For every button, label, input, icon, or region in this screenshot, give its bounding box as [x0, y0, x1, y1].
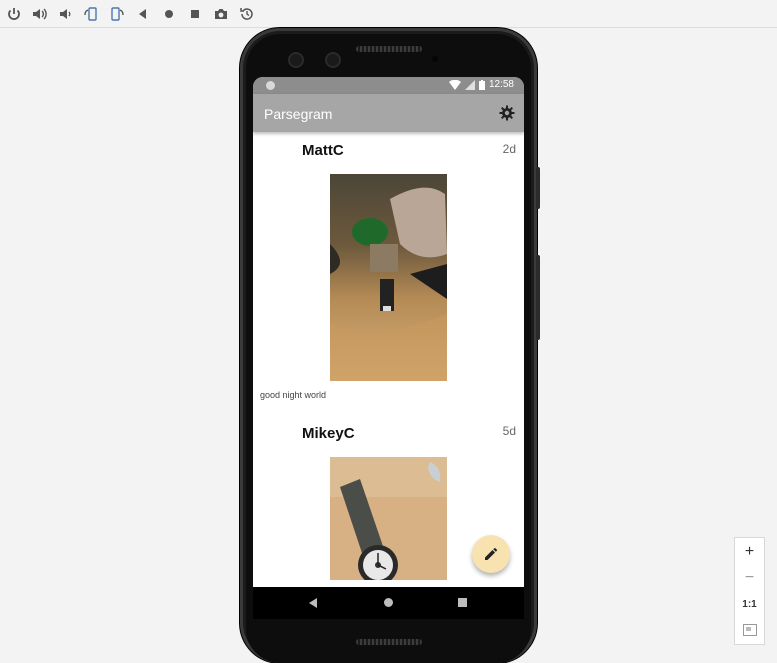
fit-screen-icon — [742, 624, 757, 636]
overview-icon[interactable] — [185, 4, 205, 24]
top-speaker — [356, 46, 422, 52]
post-image[interactable] — [330, 457, 447, 580]
battery-icon — [478, 79, 485, 90]
signal-icon — [464, 79, 475, 90]
volume-up-icon[interactable] — [29, 4, 49, 24]
post-username[interactable]: MikeyC — [302, 425, 355, 442]
zoom-actual-size-button[interactable]: 1:1 — [735, 591, 764, 617]
notification-icon — [266, 81, 275, 90]
post-time: 2d — [502, 142, 516, 156]
zoom-fit-button[interactable] — [735, 617, 764, 643]
app-title: Parsegram — [264, 106, 333, 122]
proximity-sensor — [432, 56, 438, 62]
edit-pencil-icon — [485, 547, 498, 560]
post-image[interactable] — [330, 174, 447, 381]
front-sensor — [325, 52, 341, 68]
post-caption: good night world — [260, 390, 327, 400]
nav-recents-icon[interactable] — [458, 598, 467, 607]
snapshot-icon[interactable] — [237, 4, 257, 24]
side-volume-button[interactable] — [536, 255, 540, 340]
nav-home-icon[interactable] — [384, 598, 393, 607]
app-bar: Parsegram — [253, 94, 524, 132]
power-icon[interactable] — [4, 4, 24, 24]
emulator-toolbar — [0, 0, 777, 28]
post-item[interactable]: MattC 2d good night world — [253, 132, 524, 407]
device-screen: 12:58 Parsegram MattC 2d good night worl… — [253, 77, 524, 619]
zoom-in-button[interactable]: + — [735, 539, 764, 565]
bottom-speaker — [356, 639, 422, 645]
zoom-out-button[interactable]: − — [735, 565, 764, 591]
settings-gear-icon[interactable] — [499, 105, 515, 121]
post-username[interactable]: MattC — [302, 142, 344, 159]
rotate-right-icon[interactable] — [107, 4, 127, 24]
rotate-left-icon[interactable] — [81, 4, 101, 24]
nav-back-icon[interactable] — [308, 598, 318, 608]
zoom-controls: + − 1:1 — [734, 537, 765, 645]
status-time: 12:58 — [488, 79, 514, 90]
android-nav-bar — [253, 587, 524, 619]
post-time: 5d — [502, 424, 516, 438]
wifi-icon — [448, 79, 461, 90]
home-icon[interactable] — [159, 4, 179, 24]
back-icon[interactable] — [133, 4, 153, 24]
camera-icon[interactable] — [211, 4, 231, 24]
compose-post-button[interactable] — [472, 535, 510, 573]
front-camera — [288, 52, 304, 68]
volume-down-icon[interactable] — [55, 4, 75, 24]
status-bar: 12:58 — [253, 77, 524, 94]
side-power-button[interactable] — [536, 167, 540, 209]
